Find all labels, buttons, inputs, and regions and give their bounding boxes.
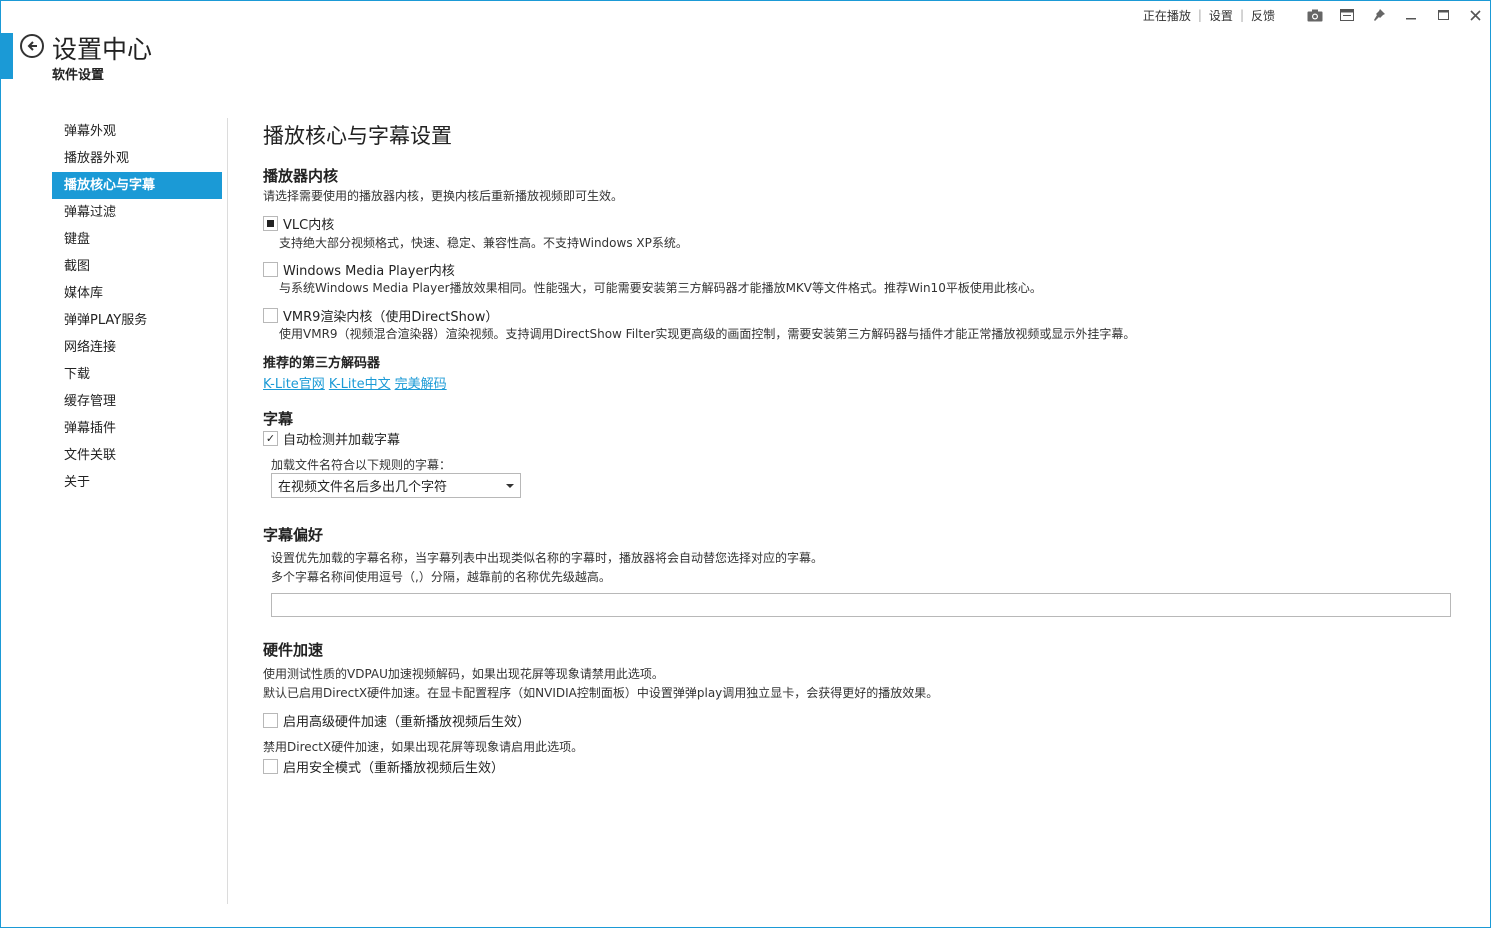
core-desc: 请选择需要使用的播放器内核，更换内核后重新播放视频即可生效。 (263, 189, 624, 203)
settings-link[interactable]: 设置 (1207, 7, 1235, 24)
subtitle-pref-desc1: 设置优先加载的字幕名称，当字幕列表中出现类似名称的字幕时，播放器将会自动替您选择… (271, 551, 824, 565)
adv-hw-accel-label: 启用高级硬件加速（重新播放视频后生效） (283, 715, 531, 730)
sidebar-item-player-appearance[interactable]: 播放器外观 (52, 145, 222, 172)
sidebar-item-danmaku-appearance[interactable]: 弹幕外观 (52, 118, 222, 145)
sidebar-item-danmaku-filter[interactable]: 弹幕过滤 (52, 199, 222, 226)
hw-desc1: 使用测试性质的VDPAU加速视频解码，如果出现花屏等现象请禁用此选项。 (263, 667, 664, 681)
sidebar-item-service[interactable]: 弹弹PLAY服务 (52, 307, 222, 334)
adv-hw-accel-checkbox[interactable] (263, 713, 278, 728)
close-icon[interactable] (1459, 0, 1491, 30)
wmp-core-radio[interactable] (263, 262, 278, 277)
minimize-icon[interactable] (1395, 0, 1427, 30)
sidebar-item-screenshot[interactable]: 截图 (52, 253, 222, 280)
subtitle-rule-value: 在视频文件名后多出几个字符 (278, 480, 448, 495)
klite-chinese-link[interactable]: K-Lite中文 (329, 373, 391, 392)
vlc-core-desc: 支持绝大部分视频格式，快速、稳定、兼容性高。不支持Windows XP系统。 (279, 236, 688, 250)
perfect-decoder-link[interactable]: 完美解码 (395, 373, 447, 392)
vmr9-core-desc: 使用VMR9（视频混合渲染器）渲染视频。支持调用DirectShow Filte… (279, 327, 1136, 341)
vmr9-core-radio[interactable] (263, 308, 278, 323)
hw-desc2: 默认已启用DirectX硬件加速。在显卡配置程序（如NVIDIA控制面板）中设置… (263, 686, 939, 700)
sidebar-item-about[interactable]: 关于 (52, 469, 222, 496)
chevron-down-icon (506, 484, 514, 488)
safe-mode-checkbox[interactable] (263, 759, 278, 774)
selected-dot (267, 220, 274, 227)
decoders-heading: 推荐的第三方解码器 (263, 356, 381, 371)
subtitle-rule-select[interactable]: 在视频文件名后多出几个字符 (271, 473, 521, 498)
back-arrow-icon[interactable] (20, 34, 44, 58)
safe-mode-option[interactable]: 启用安全模式（重新播放视频后生效） (263, 757, 504, 776)
top-links: 正在播放 | 设置 | 反馈 (1141, 7, 1277, 24)
page-title: 播放核心与字幕设置 (263, 124, 452, 148)
wmp-core-label: Windows Media Player内核 (283, 264, 455, 279)
sidebar-item-keyboard[interactable]: 键盘 (52, 226, 222, 253)
sidebar-item-cache[interactable]: 缓存管理 (52, 388, 222, 415)
settings-sidebar: 弹幕外观 播放器外观 播放核心与字幕 弹幕过滤 键盘 截图 媒体库 弹弹PLAY… (52, 118, 222, 496)
sidebar-item-core-subtitle[interactable]: 播放核心与字幕 (52, 172, 222, 199)
pin-icon[interactable] (1363, 0, 1395, 30)
page-header-title: 设置中心 (52, 35, 153, 64)
accent-bar (0, 33, 13, 79)
title-bar: 正在播放 | 设置 | 反馈 (1141, 0, 1491, 30)
subtitle-pref-input[interactable] (271, 593, 1451, 617)
vlc-core-radio[interactable] (263, 216, 278, 231)
subtitle-heading: 字幕 (263, 410, 294, 428)
vlc-core-label: VLC内核 (283, 218, 335, 233)
adv-hw-accel-option[interactable]: 启用高级硬件加速（重新播放视频后生效） (263, 711, 530, 730)
hw-heading: 硬件加速 (263, 641, 324, 659)
sidebar-item-media-library[interactable]: 媒体库 (52, 280, 222, 307)
divider (227, 118, 228, 904)
hw-desc3: 禁用DirectX硬件加速，如果出现花屏等现象请启用此选项。 (263, 740, 584, 754)
feedback-link[interactable]: 反馈 (1249, 7, 1277, 24)
subtitle-rule-label: 加载文件名符合以下规则的字幕： (271, 458, 452, 472)
subtitle-pref-desc2: 多个字幕名称间使用逗号（,）分隔，越靠前的名称优先级越高。 (271, 570, 611, 584)
sidebar-item-danmaku-plugin[interactable]: 弹幕插件 (52, 415, 222, 442)
auto-load-label: 自动检测并加载字幕 (283, 433, 401, 448)
window-mode-icon[interactable] (1331, 0, 1363, 30)
subtitle-pref-heading: 字幕偏好 (263, 526, 324, 544)
wmp-core-option[interactable]: Windows Media Player内核 (263, 260, 455, 279)
camera-icon[interactable] (1299, 0, 1331, 30)
now-playing-link[interactable]: 正在播放 (1141, 7, 1193, 24)
wmp-core-desc: 与系统Windows Media Player播放效果相同。性能强大，可能需要安… (279, 281, 1042, 295)
auto-load-checkbox[interactable]: ✓ (263, 431, 278, 446)
vmr9-core-label: VMR9渲染内核（使用DirectShow） (283, 310, 499, 325)
window-frame (0, 0, 1491, 928)
klite-official-link[interactable]: K-Lite官网 (263, 373, 325, 392)
vmr9-core-option[interactable]: VMR9渲染内核（使用DirectShow） (263, 306, 498, 325)
safe-mode-label: 启用安全模式（重新播放视频后生效） (283, 761, 505, 776)
window-controls (1299, 0, 1491, 30)
sidebar-item-file-association[interactable]: 文件关联 (52, 442, 222, 469)
decoder-links: K-Lite官网 K-Lite中文 完美解码 (263, 373, 451, 392)
sidebar-item-download[interactable]: 下载 (52, 361, 222, 388)
auto-load-subtitle-option[interactable]: ✓ 自动检测并加载字幕 (263, 429, 400, 448)
separator: | (1197, 8, 1202, 22)
sidebar-item-network[interactable]: 网络连接 (52, 334, 222, 361)
maximize-icon[interactable] (1427, 0, 1459, 30)
separator: | (1239, 8, 1244, 22)
vlc-core-option[interactable]: VLC内核 (263, 214, 334, 233)
core-heading: 播放器内核 (263, 167, 339, 185)
page-header-subtitle: 软件设置 (52, 68, 105, 83)
